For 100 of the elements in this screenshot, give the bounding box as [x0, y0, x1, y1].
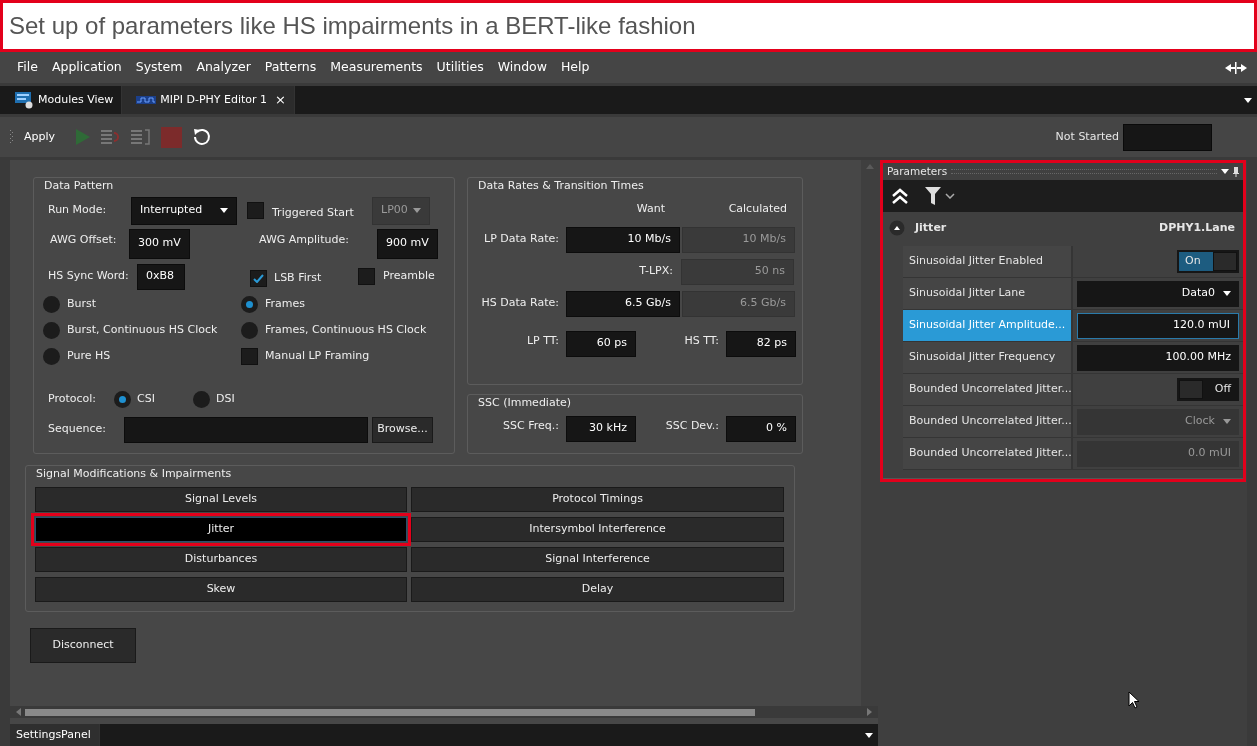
- radio-label: Burst, Continuous HS Clock: [67, 321, 218, 338]
- radio-button[interactable]: [114, 391, 131, 408]
- input-field[interactable]: 60 ps: [566, 330, 636, 357]
- input-field[interactable]: 10 Mb/s: [566, 226, 680, 253]
- modules-icon: [14, 91, 34, 109]
- radio-button[interactable]: [43, 295, 60, 313]
- input-field[interactable]: 120.0 mUI: [1077, 312, 1239, 339]
- calculated-field: 50 ns: [681, 258, 794, 285]
- field-label: Run Mode:: [48, 202, 108, 219]
- checkmark-icon: [253, 274, 264, 283]
- radio-label: CSI: [137, 391, 155, 408]
- impairment-button[interactable]: Disturbances: [35, 546, 407, 572]
- impairment-button[interactable]: Signal Levels: [35, 486, 407, 512]
- radio-button[interactable]: [241, 295, 258, 313]
- pin-icon[interactable]: [1233, 166, 1239, 177]
- input-field[interactable]: 300 mV: [129, 228, 190, 259]
- field-label: Sequence:: [48, 421, 107, 438]
- field-label: HS TT:: [683, 333, 719, 350]
- slide-caption: Set up of parameters like HS impairments in a BERT-like fashion: [0, 0, 1257, 52]
- step-icon[interactable]: [101, 129, 122, 145]
- checkbox[interactable]: [250, 270, 267, 287]
- menu-item[interactable]: Measurements: [330, 58, 423, 77]
- parameter-label[interactable]: Sinusoidal Jitter Lane: [903, 278, 1073, 309]
- checkbox[interactable]: [247, 202, 264, 219]
- mouse-pointer-icon: [1128, 691, 1140, 709]
- sequence-field[interactable]: [124, 416, 368, 443]
- radio-button[interactable]: [241, 321, 258, 339]
- vertical-scrollbar[interactable]: [861, 160, 878, 706]
- input-field[interactable]: 6.5 Gb/s: [566, 290, 680, 317]
- browse-button[interactable]: Browse...: [372, 416, 433, 443]
- input-field[interactable]: 0 %: [726, 415, 796, 442]
- close-icon[interactable]: ×: [275, 90, 286, 110]
- checkbox-label: Manual LP Framing: [265, 347, 370, 364]
- field-label: HS Data Rate:: [480, 295, 559, 312]
- field-label: SSC Freq.:: [502, 418, 559, 435]
- split-arrows-icon[interactable]: [1225, 61, 1247, 74]
- radio-label: Pure HS: [67, 347, 111, 364]
- input-field[interactable]: 82 ps: [726, 330, 796, 357]
- menu-item[interactable]: Help: [560, 58, 590, 77]
- collapse-icon[interactable]: [889, 220, 905, 236]
- field-label: SSC Dev.:: [664, 418, 719, 435]
- menu-item[interactable]: Patterns: [264, 58, 317, 77]
- caret-icon: [1223, 291, 1231, 296]
- field-label: AWG Amplitude:: [259, 232, 350, 249]
- field-label: HS Sync Word:: [48, 268, 130, 285]
- parameter-label[interactable]: Sinusoidal Jitter Enabled: [903, 246, 1073, 277]
- toggle-switch[interactable]: Off: [1177, 378, 1239, 401]
- group-name: Jitter: [915, 219, 947, 236]
- input-field[interactable]: 100.00 MHz: [1077, 344, 1239, 371]
- input-field[interactable]: 900 mV: [377, 228, 438, 259]
- radio-button[interactable]: [43, 321, 60, 339]
- chevron-icon: [945, 193, 955, 199]
- impairment-button[interactable]: Signal Interference: [411, 546, 784, 572]
- dropdown[interactable]: Data0: [1077, 280, 1239, 307]
- radio-button[interactable]: [43, 347, 60, 365]
- reset-icon[interactable]: [192, 127, 213, 147]
- menu-item[interactable]: Utilities: [436, 58, 484, 77]
- scroll-left-icon[interactable]: [16, 708, 21, 716]
- filter-icon: [925, 187, 941, 205]
- impairment-button[interactable]: Delay: [411, 576, 784, 602]
- panel-tab[interactable]: SettingsPanel: [10, 724, 100, 746]
- apply-button[interactable]: Apply: [24, 128, 56, 146]
- disconnect-button[interactable]: Disconnect: [30, 628, 136, 663]
- field-label: AWG Offset:: [49, 232, 118, 249]
- radio-label: Frames: [265, 295, 305, 312]
- impairment-button[interactable]: Skew: [35, 576, 407, 602]
- play-icon[interactable]: [75, 128, 92, 146]
- run-mode-dropdown[interactable]: Interrupted: [131, 196, 237, 225]
- status-text: Not Started: [1055, 128, 1119, 145]
- parameter-label[interactable]: Bounded Uncorrelated Jitter...: [903, 374, 1073, 405]
- toggle-switch[interactable]: On: [1177, 250, 1239, 273]
- scrollbar-thumb[interactable]: [25, 708, 755, 716]
- checkbox[interactable]: [358, 268, 375, 285]
- input-field[interactable]: 30 kHz: [566, 415, 636, 442]
- grip-icon: [10, 130, 14, 144]
- menu-item[interactable]: Analyzer: [196, 58, 251, 77]
- menu-item[interactable]: File: [17, 58, 38, 77]
- menu-item[interactable]: Application: [51, 58, 122, 77]
- impairment-button[interactable]: Intersymbol Interference: [411, 516, 784, 542]
- radio-label: Frames, Continuous HS Clock: [265, 321, 427, 338]
- collapse-all-icon[interactable]: [891, 187, 909, 205]
- horizontal-scrollbar[interactable]: [10, 706, 878, 718]
- menu-item[interactable]: System: [135, 58, 183, 77]
- state-dropdown[interactable]: LP00: [372, 196, 430, 225]
- field-label: Protocol:: [48, 391, 98, 408]
- list-icon[interactable]: [131, 129, 152, 145]
- radio-button[interactable]: [193, 391, 210, 408]
- filter-button[interactable]: [925, 187, 955, 205]
- calculated-field: 10 Mb/s: [682, 226, 795, 253]
- column-header: Want: [635, 201, 665, 218]
- scroll-right-icon[interactable]: [867, 708, 872, 716]
- scroll-up-icon[interactable]: [865, 164, 874, 169]
- menu-item[interactable]: Window: [497, 58, 547, 77]
- input-field[interactable]: 0xB8: [137, 263, 185, 290]
- parameter-label[interactable]: Sinusoidal Jitter Frequency: [903, 342, 1073, 373]
- editor-tab[interactable]: MIPI D-PHY Editor 1 ×: [122, 86, 295, 114]
- checkbox[interactable]: [241, 347, 258, 365]
- field-label: T-LPX:: [638, 263, 673, 280]
- caret-icon: [413, 208, 421, 213]
- impairment-button[interactable]: Protocol Timings: [411, 486, 784, 512]
